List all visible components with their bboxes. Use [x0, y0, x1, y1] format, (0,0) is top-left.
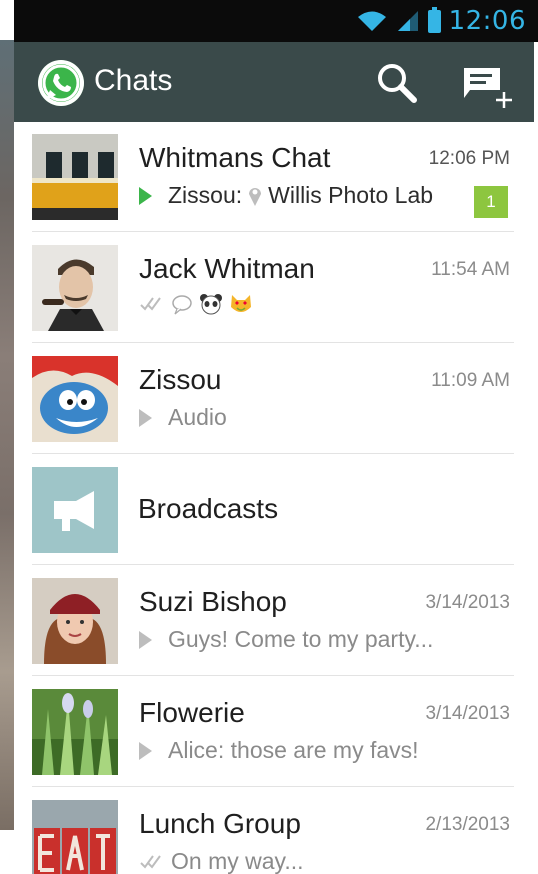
- preview-text: Audio: [168, 404, 227, 430]
- unread-badge: 1: [474, 186, 508, 218]
- preview-text: Alice: those are my favs!: [168, 737, 419, 763]
- avatar: [32, 578, 118, 664]
- speech-bubble-emoji-icon: [172, 295, 192, 315]
- preview-text: On my way...: [171, 848, 304, 874]
- divider: [32, 231, 514, 232]
- preview-sender: Zissou:: [168, 182, 243, 208]
- chat-preview: Alice: those are my favs!: [139, 737, 419, 764]
- chat-time: 3/14/2013: [425, 703, 510, 724]
- divider: [32, 453, 514, 454]
- double-check-icon: [140, 854, 161, 869]
- chat-row-jack-whitman[interactable]: Jack Whitman 11:54 AM: [14, 233, 534, 343]
- status-bar: 12:06: [14, 0, 538, 42]
- chat-row-whitmans-chat[interactable]: Whitmans Chat 12:06 PM Zissou: Willis Ph…: [14, 122, 534, 232]
- chat-name: Flowerie: [139, 697, 245, 728]
- location-pin-icon: [249, 187, 262, 206]
- chat-preview: On my way...: [139, 848, 304, 874]
- background-photo: [0, 40, 14, 830]
- chat-name: Jack Whitman: [139, 253, 315, 284]
- play-icon: [139, 741, 152, 760]
- whatsapp-logo-icon[interactable]: [38, 60, 84, 106]
- chat-preview: Guys! Come to my party...: [139, 626, 433, 653]
- chat-row-lunch-group[interactable]: Lunch Group 2/13/2013 On my way...: [14, 788, 534, 874]
- broadcasts-row[interactable]: Broadcasts: [14, 455, 534, 565]
- chat-time: 2/13/2013: [425, 814, 510, 835]
- avatar: [32, 134, 118, 220]
- divider: [32, 564, 514, 565]
- signal-icon: [397, 11, 418, 31]
- broadcasts-label: Broadcasts: [138, 493, 279, 524]
- chat-preview: Audio: [139, 404, 227, 431]
- avatar: [32, 356, 118, 442]
- chat-name: Suzi Bishop: [139, 586, 287, 617]
- play-icon: [139, 630, 152, 649]
- double-check-icon: [140, 297, 161, 311]
- status-time: 12:06: [448, 6, 526, 36]
- chat-name: Zissou: [139, 364, 222, 395]
- divider: [32, 342, 514, 343]
- chat-name: Lunch Group: [139, 808, 301, 839]
- wifi-icon: [357, 11, 386, 31]
- chat-preview: [139, 293, 253, 315]
- play-icon: [139, 408, 152, 427]
- chat-time: 3/14/2013: [425, 592, 510, 613]
- chat-row-flowerie[interactable]: Flowerie 3/14/2013 Alice: those are my f…: [14, 677, 534, 787]
- preview-location: Willis Photo Lab: [268, 182, 434, 208]
- chat-list: Whitmans Chat 12:06 PM Zissou: Willis Ph…: [14, 122, 534, 874]
- chat-time: 12:06 PM: [428, 148, 510, 169]
- panda-emoji-icon: [200, 294, 222, 315]
- broadcast-megaphone-icon: [32, 467, 118, 553]
- chat-name: Whitmans Chat: [139, 142, 331, 173]
- page-title: Chats: [94, 64, 173, 97]
- chat-preview: Zissou: Willis Photo Lab: [139, 182, 433, 209]
- avatar: [32, 800, 118, 874]
- action-bar: Chats: [14, 42, 534, 122]
- chat-row-zissou[interactable]: Zissou 11:09 AM Audio: [14, 344, 534, 454]
- divider: [32, 675, 514, 676]
- preview-text: Guys! Come to my party...: [168, 626, 434, 652]
- chat-time: 11:54 AM: [431, 259, 510, 280]
- chat-time: 11:09 AM: [431, 370, 510, 391]
- new-chat-icon[interactable]: [460, 60, 516, 112]
- play-icon: [139, 186, 152, 205]
- avatar: [32, 245, 118, 331]
- chat-row-suzi-bishop[interactable]: Suzi Bishop 3/14/2013 Guys! Come to my p…: [14, 566, 534, 676]
- heart-eyes-cat-emoji-icon: [231, 295, 251, 312]
- search-icon[interactable]: [374, 60, 420, 106]
- divider: [32, 786, 514, 787]
- battery-icon: [427, 6, 441, 33]
- avatar: [32, 689, 118, 775]
